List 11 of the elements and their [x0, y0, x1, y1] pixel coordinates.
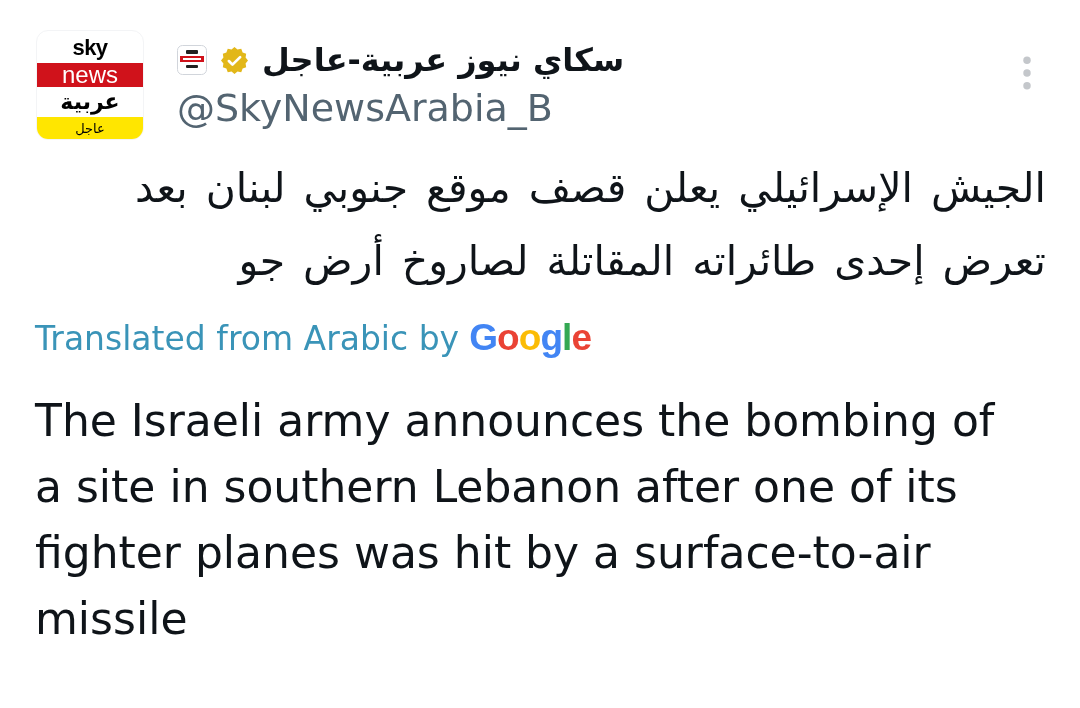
- logo-banner: news: [37, 63, 143, 87]
- more-options-icon[interactable]: [1022, 56, 1032, 90]
- logo-text: عربية: [60, 89, 120, 115]
- logo-text: sky: [72, 35, 108, 61]
- author-name[interactable]: سكاي نيوز عربية-عاجل: [262, 38, 625, 82]
- translated-text: The Israeli army announces the bombing of a site in southern Lebanon after one of its fighter planes was hit by a surface-to-air missile: [35, 394, 996, 646]
- post-text: الجيش الإسرائيلي يعلن قصف موقع جنوبي لبنان بعد تعرض إحدى طائراته المقاتلة لصاروخ أرض جو: [133, 163, 1046, 287]
- google-logo[interactable]: Google: [469, 316, 592, 360]
- translation-note: Translated from Arabic by: [35, 318, 460, 360]
- logo-footer: عاجل: [37, 117, 143, 139]
- author-handle[interactable]: @SkyNewsArabia_B: [177, 86, 625, 130]
